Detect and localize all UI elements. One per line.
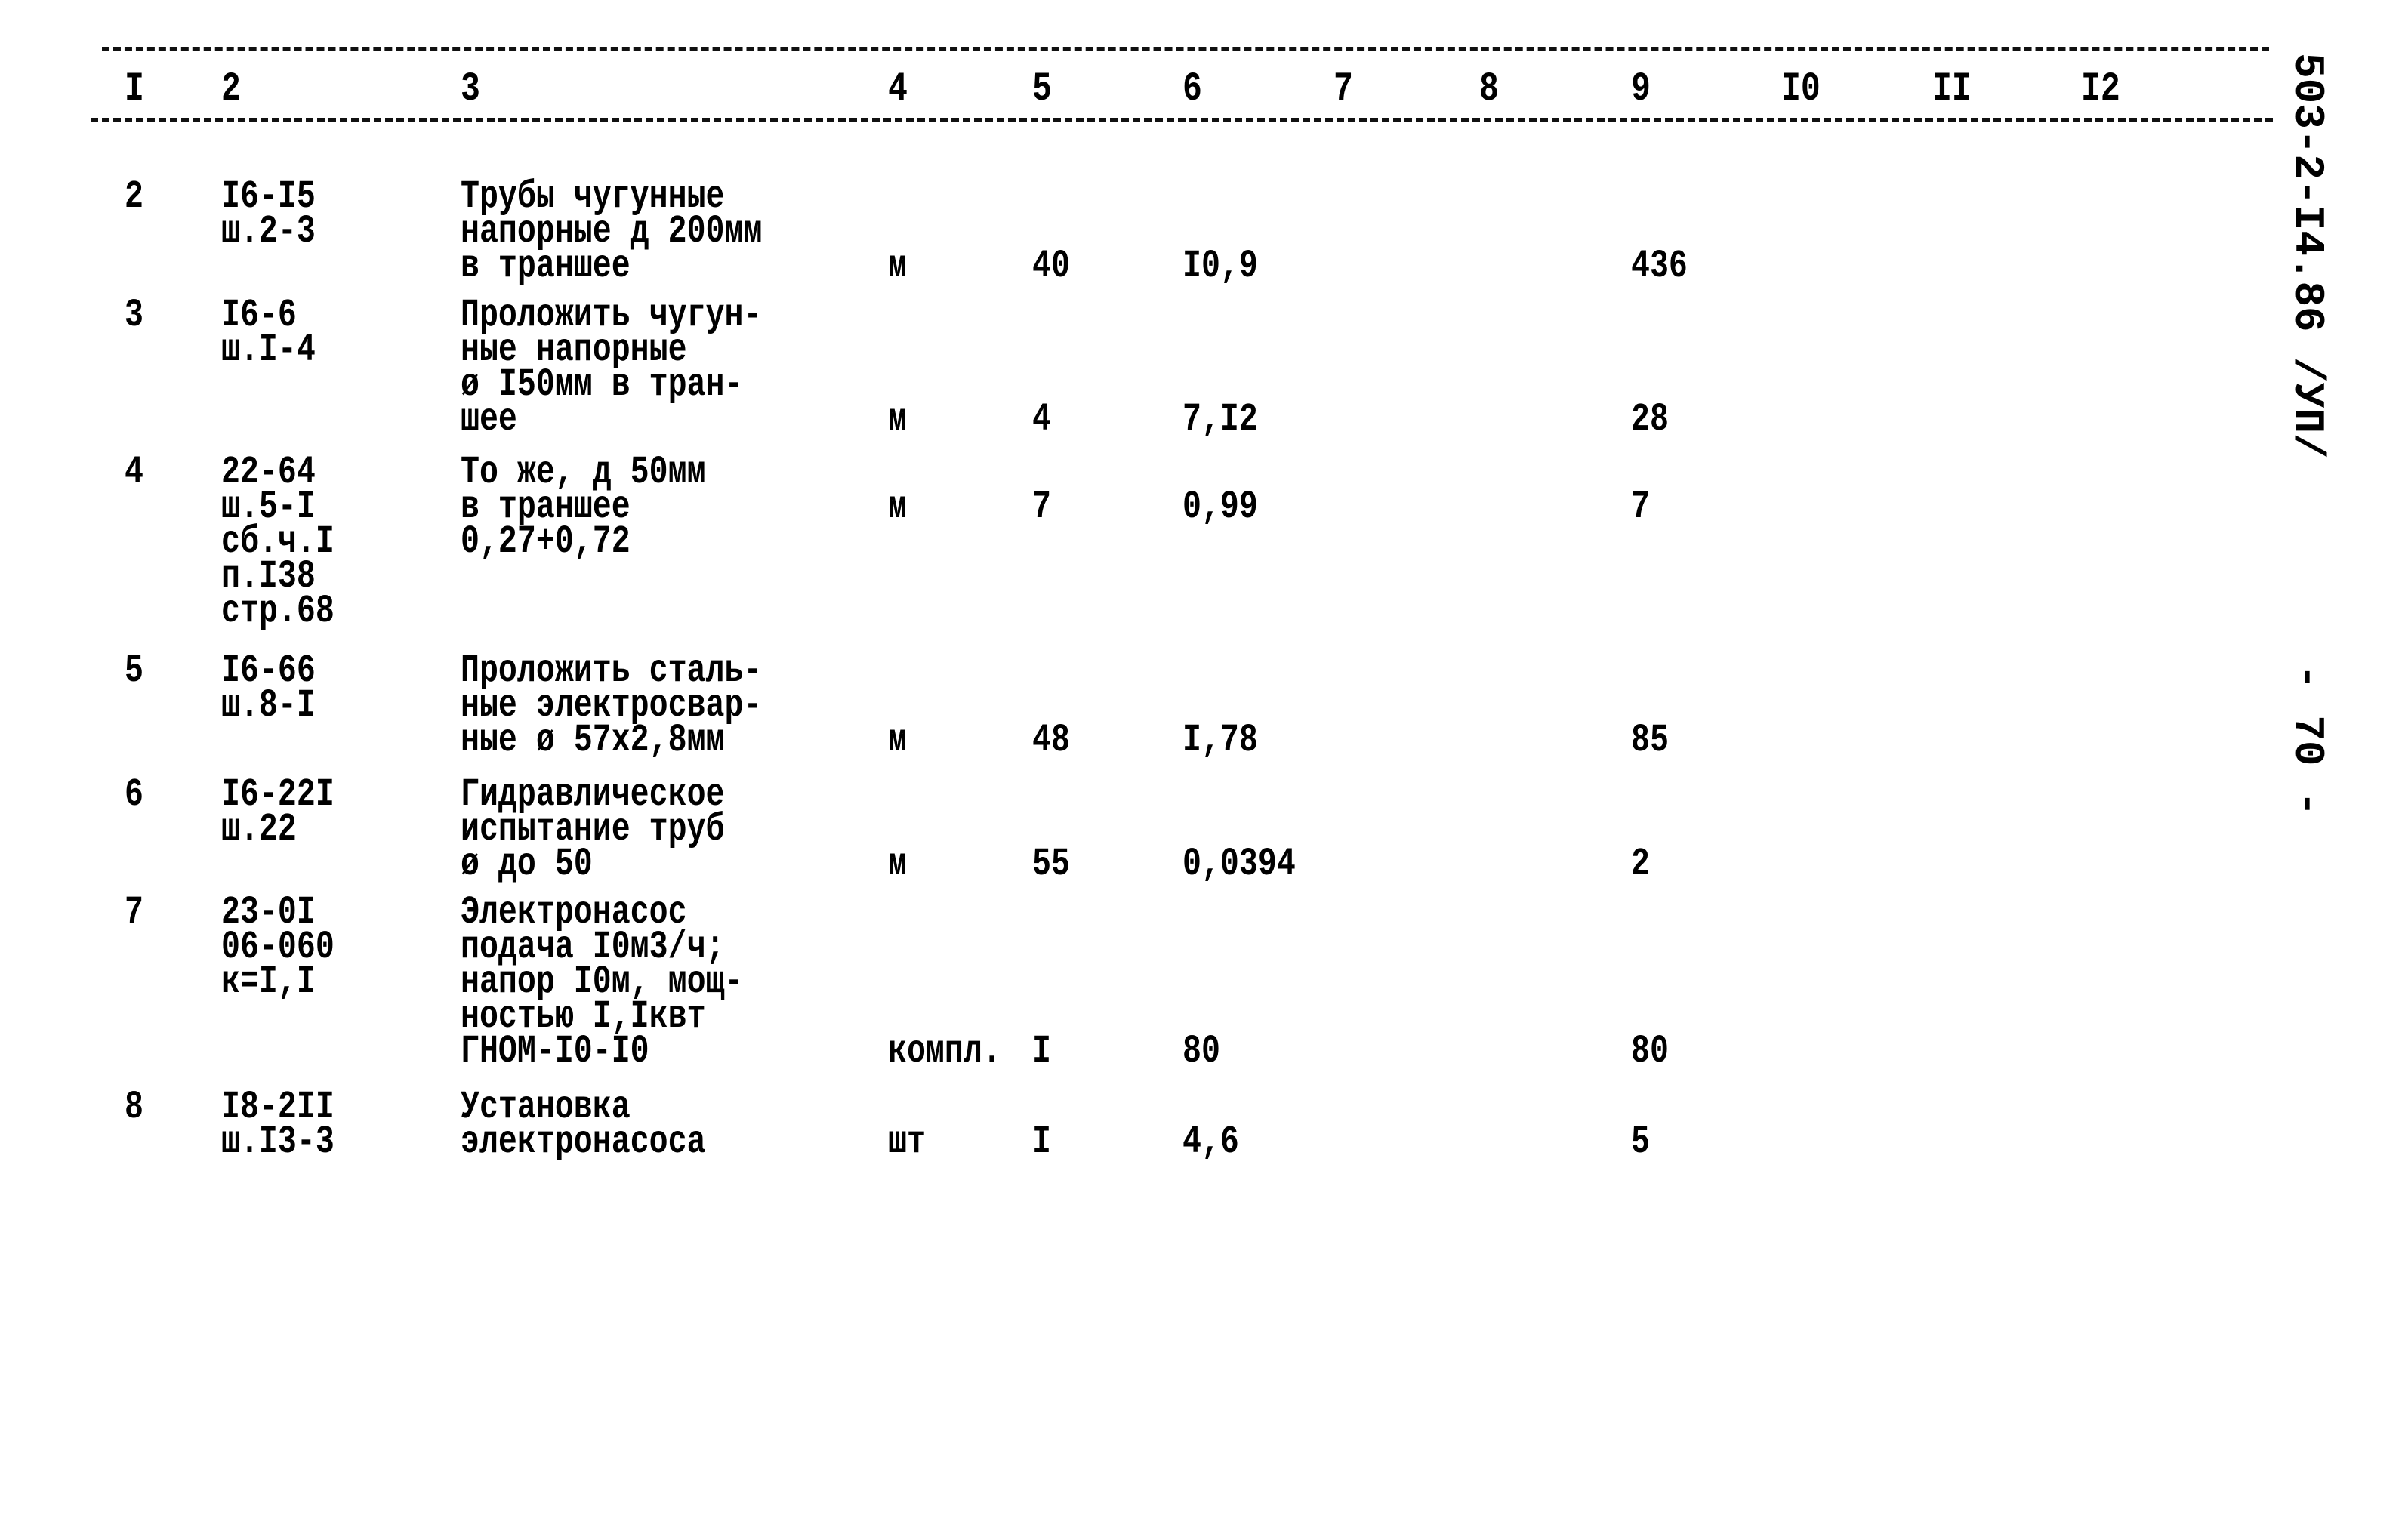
work-description-line: 0,27+0,72: [461, 519, 631, 564]
total-cost-cell: 28: [1631, 397, 1669, 442]
unit-cost-cell: I0,9: [1182, 244, 1258, 288]
norm-reference-line: к=I,I: [221, 960, 316, 1004]
row-number: 6: [125, 772, 143, 817]
column-header-12: I2: [2081, 66, 2120, 112]
quantity-cell: 7: [1032, 485, 1051, 529]
unit-cell: компл.: [888, 1029, 1001, 1074]
norm-reference-line: ш.I3-3: [221, 1120, 335, 1164]
work-description-line: ные ø 57х2,8мм: [461, 718, 725, 763]
unit-cell: шт: [888, 1120, 926, 1164]
total-cost-cell: 7: [1631, 485, 1650, 529]
column-header-8: 8: [1479, 66, 1499, 112]
work-description-line: электронасоса: [461, 1120, 706, 1164]
norm-reference-line: ш.2-3: [221, 209, 316, 254]
unit-cost-cell: 4,6: [1182, 1120, 1239, 1164]
column-header-10: I0: [1781, 66, 1821, 112]
page-number: - 70 -: [2283, 664, 2332, 817]
norm-reference-line: ш.8-I: [221, 683, 316, 728]
row-number: 5: [125, 649, 143, 693]
total-cost-cell: 85: [1631, 718, 1669, 763]
header-top-rule: [102, 47, 2269, 51]
column-header-4: 4: [888, 66, 908, 112]
row-number: 2: [125, 174, 143, 219]
row-number: 4: [125, 450, 143, 495]
work-description-line: ГНОМ-I0-I0: [461, 1029, 649, 1074]
norm-reference-line: ш.I-4: [221, 328, 316, 372]
row-number: 7: [125, 890, 143, 935]
quantity-cell: 40: [1032, 244, 1070, 288]
total-cost-cell: 436: [1631, 244, 1688, 288]
row-number: 3: [125, 293, 143, 337]
column-header-7: 7: [1333, 66, 1353, 112]
total-cost-cell: 5: [1631, 1120, 1650, 1164]
header-bottom-rule: [91, 118, 2273, 122]
unit-cell: м: [888, 485, 907, 529]
document-code: 503-2-I4.86 /УП/: [2283, 53, 2332, 459]
total-cost-cell: 2: [1631, 842, 1650, 886]
work-description-line: в траншее: [461, 244, 631, 288]
work-description-line: ø до 50: [461, 842, 593, 886]
unit-cell: м: [888, 244, 907, 288]
column-header-5: 5: [1032, 66, 1052, 112]
quantity-cell: I: [1032, 1120, 1051, 1164]
total-cost-cell: 80: [1631, 1029, 1669, 1074]
unit-cost-cell: 0,99: [1182, 485, 1258, 529]
unit-cell: м: [888, 718, 907, 763]
column-header-11: II: [1932, 66, 1972, 112]
unit-cost-cell: 7,I2: [1182, 397, 1258, 442]
quantity-cell: 55: [1032, 842, 1070, 886]
column-header-9: 9: [1631, 66, 1651, 112]
quantity-cell: I: [1032, 1029, 1051, 1074]
norm-reference-line: стр.68: [221, 589, 335, 633]
column-header-6: 6: [1182, 66, 1202, 112]
unit-cell: м: [888, 397, 907, 442]
column-header-1: I: [125, 66, 144, 112]
unit-cost-cell: I,78: [1182, 718, 1258, 763]
unit-cost-cell: 0,0394: [1182, 842, 1296, 886]
unit-cost-cell: 80: [1182, 1029, 1220, 1074]
unit-cell: м: [888, 842, 907, 886]
quantity-cell: 4: [1032, 397, 1051, 442]
row-number: 8: [125, 1085, 143, 1129]
column-header-2: 2: [221, 66, 241, 112]
norm-reference-line: ш.22: [221, 807, 297, 852]
column-header-3: 3: [461, 66, 480, 112]
work-description-line: шее: [461, 397, 517, 442]
quantity-cell: 48: [1032, 718, 1070, 763]
